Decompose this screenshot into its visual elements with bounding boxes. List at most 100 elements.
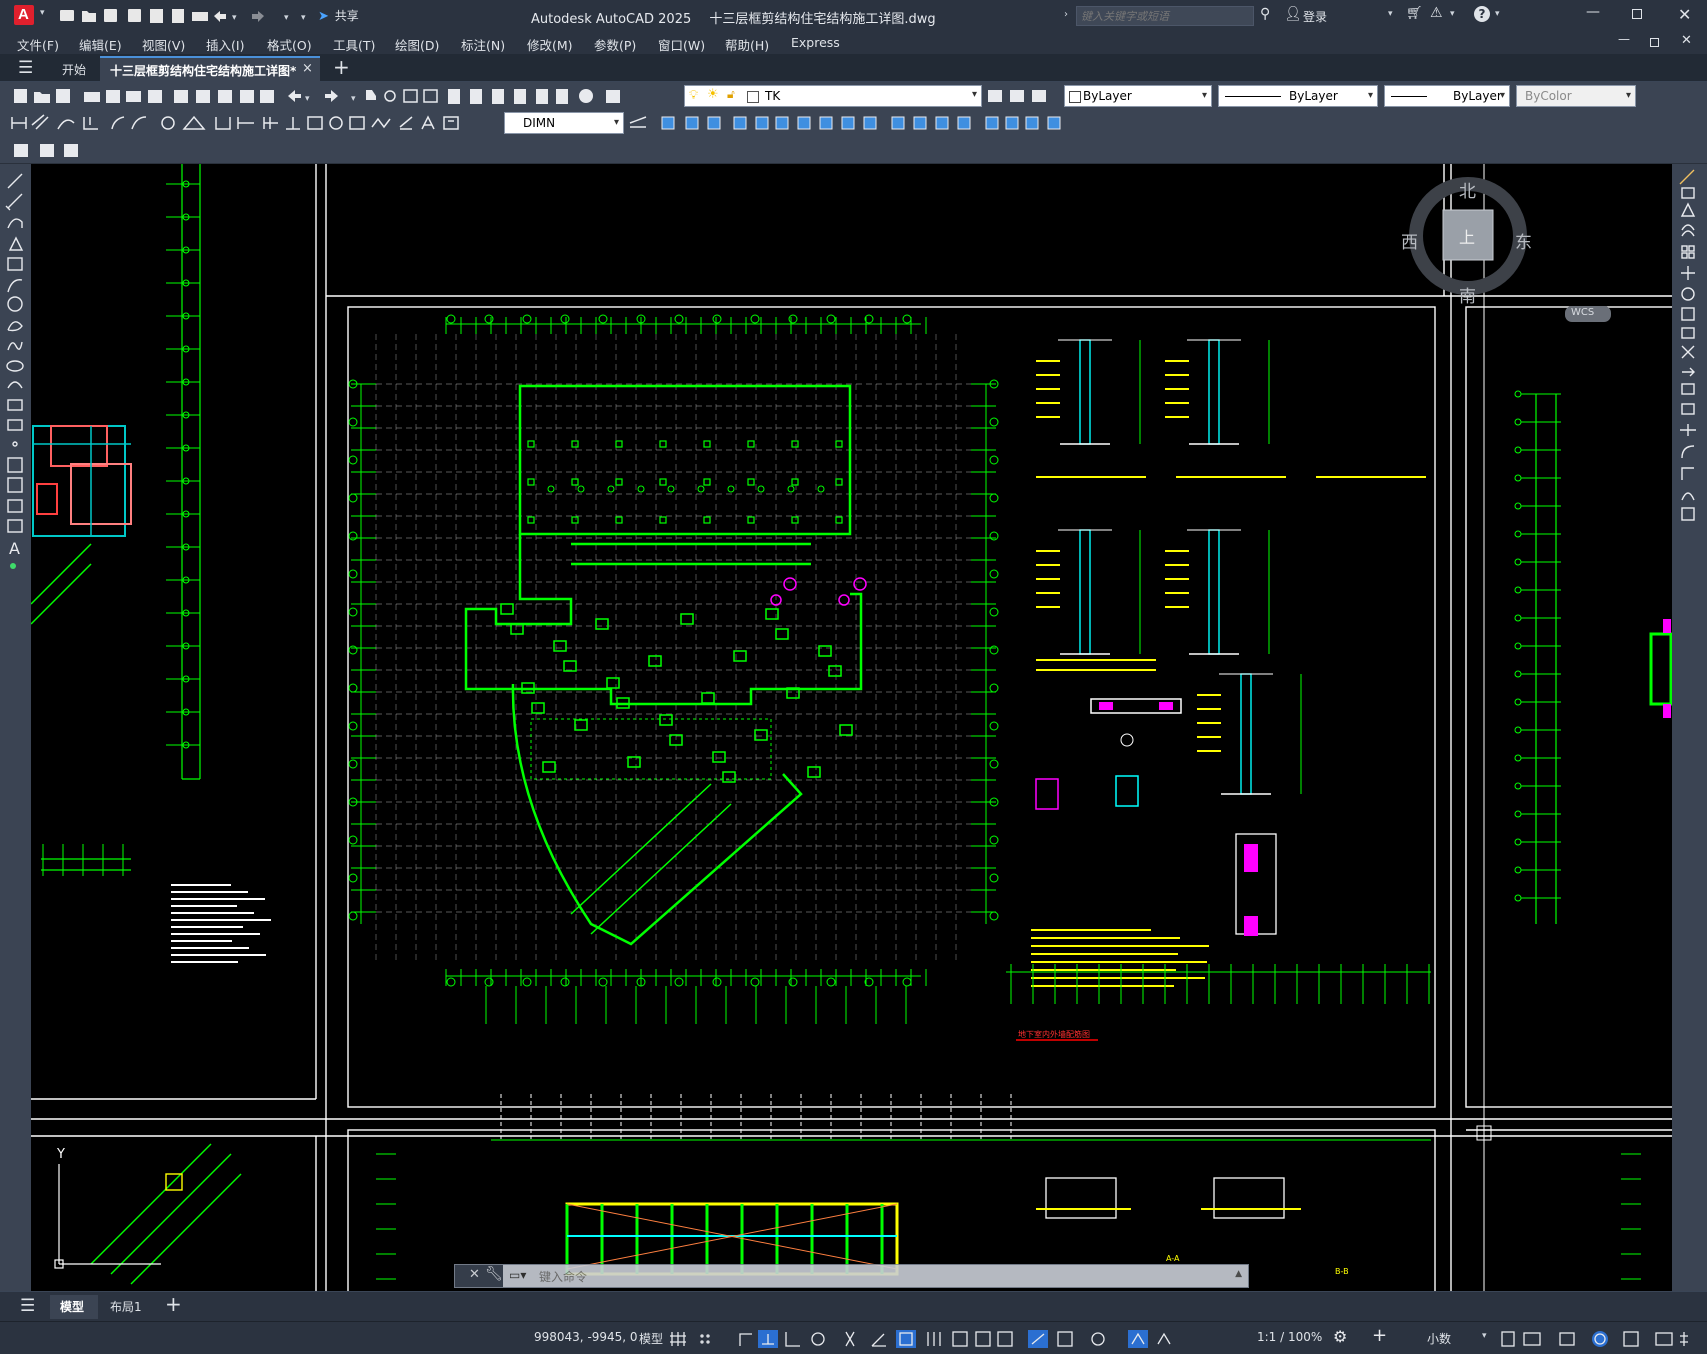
command-settings-icon[interactable]: 🔧︎	[485, 1266, 503, 1282]
axis-bubble	[1514, 782, 1522, 790]
maximize-button[interactable]	[1632, 9, 1642, 19]
menu-parametric[interactable]: 参数(P)	[594, 35, 636, 54]
column	[659, 516, 667, 524]
layer-sun-icon: ☀	[707, 87, 719, 102]
dimstyle-dropdown[interactable]: DIMN ▾	[504, 112, 624, 134]
close-window-button[interactable]: ✕	[1678, 5, 1691, 24]
tab-start[interactable]: 开始	[50, 56, 100, 82]
login-dropdown-icon[interactable]: ▾	[1388, 9, 1393, 19]
wcs-button[interactable]: WCS	[1565, 306, 1611, 322]
a360-dropdown-icon[interactable]: ▾	[1450, 9, 1455, 19]
dimension-tool-icons[interactable]	[8, 113, 504, 133]
status-right-icons[interactable]	[1498, 1328, 1698, 1350]
menu-insert[interactable]: 插入(I)	[206, 35, 244, 54]
minimize-button[interactable]: —	[1586, 4, 1600, 20]
room-box	[807, 766, 821, 778]
room-box	[659, 714, 673, 726]
modify-tool-icons[interactable]	[656, 113, 1136, 133]
menu-file[interactable]: 文件(F)	[17, 35, 59, 54]
menu-tools[interactable]: 工具(T)	[333, 35, 375, 54]
layer-dropdown[interactable]: 💡︎ ☀ 🔓︎ TK ▾	[684, 85, 982, 107]
gear-icon[interactable]: ⚙	[1333, 1327, 1347, 1346]
grid-bubble	[989, 721, 999, 731]
grid-bubble	[348, 873, 358, 883]
hamburger-menu-icon[interactable]: ☰	[18, 58, 33, 78]
menu-format[interactable]: 格式(O)	[267, 35, 312, 54]
draw-tool-icons[interactable]: A	[4, 170, 28, 630]
help-icon[interactable]: ?	[1474, 6, 1490, 22]
tab-close-icon[interactable]: ×	[302, 61, 313, 76]
viewcube[interactable]: 北 南 西 东 上	[1398, 164, 1538, 324]
command-close-icon[interactable]: ✕	[469, 1267, 480, 1282]
viewcube-south[interactable]: 南	[1459, 282, 1476, 307]
standard-tool-icons[interactable]: ▾ ▾	[8, 86, 688, 106]
menu-modify[interactable]: 修改(M)	[527, 35, 573, 54]
command-history-icon[interactable]: ▭▾	[509, 1268, 526, 1282]
gradient-icon	[7, 477, 23, 493]
modify-side-icons[interactable]	[1678, 168, 1704, 568]
share-button[interactable]: ➤ 共享	[318, 7, 359, 25]
search-input[interactable]	[1076, 6, 1254, 26]
coordinate-readout[interactable]: 998043, -9945, 0	[534, 1330, 638, 1344]
linetype-dropdown[interactable]: ByLayer ▾	[1218, 85, 1378, 107]
viewcube-face-top[interactable]: 上	[1459, 224, 1475, 248]
viewcube-east[interactable]: 东	[1515, 228, 1532, 253]
left-notes-block	[171, 884, 271, 963]
section-note	[1165, 592, 1189, 594]
extra-tool-icons[interactable]	[10, 141, 90, 161]
axis-bubble	[1514, 670, 1522, 678]
drawing-canvas[interactable]: Y 地下室内外墙配筋图 A-A B-B 北 南 西 东 上 WCS ✕ 🔧︎ ▭…	[31, 164, 1672, 1291]
grid-icon	[670, 1332, 686, 1346]
command-line[interactable]: ✕ 🔧︎ ▭▾ ▲	[454, 1264, 1249, 1288]
units-arrow-icon[interactable]: ▾	[1482, 1331, 1487, 1341]
menu-dimension[interactable]: 标注(N)	[461, 35, 505, 54]
doc-minimize-button[interactable]: —	[1618, 32, 1630, 46]
color-dropdown[interactable]: ByLayer ▾	[1064, 85, 1212, 107]
command-input[interactable]	[537, 1267, 1221, 1287]
drafting-toggle-icons[interactable]	[668, 1328, 1228, 1350]
autodesk-a360-icon[interactable]: ⚠︎	[1430, 5, 1443, 21]
app-logo-button[interactable]: A	[14, 5, 34, 25]
menu-draw[interactable]: 绘图(D)	[395, 35, 439, 54]
viewcube-north[interactable]: 北	[1459, 177, 1476, 202]
menu-express[interactable]: Express	[791, 35, 840, 50]
model-space-button[interactable]: 模型	[639, 1330, 663, 1347]
section-note	[1036, 550, 1060, 552]
diameter-dim-icon	[161, 116, 175, 130]
grid-bubble	[989, 873, 999, 883]
cart-icon[interactable]: 🛒︎	[1406, 6, 1423, 21]
layer-tool-icons[interactable]	[986, 87, 1066, 107]
tab-layout1[interactable]: 布局1	[100, 1295, 154, 1319]
add-layout-button[interactable]: +	[165, 1292, 182, 1316]
menu-view[interactable]: 视图(V)	[142, 35, 185, 54]
user-icon[interactable]: 👤︎	[1284, 6, 1302, 22]
app-menu-arrow[interactable]: ▾	[40, 8, 45, 18]
layout-menu-icon[interactable]: ☰	[20, 1296, 35, 1316]
menu-help[interactable]: 帮助(H)	[725, 35, 769, 54]
cad-drawing[interactable]: Y 地下室内外墙配筋图 A-A B-B	[31, 164, 1672, 1291]
doc-close-button[interactable]: ✕	[1681, 33, 1692, 48]
command-line-handle[interactable]: ✕ 🔧︎	[455, 1265, 503, 1287]
new-tab-button[interactable]: +	[333, 55, 350, 79]
section-note	[1036, 374, 1060, 376]
doc-restore-button[interactable]	[1650, 38, 1659, 47]
axis-bubble	[1514, 502, 1522, 510]
command-expand-icon[interactable]: ▲	[1235, 1269, 1242, 1279]
open-icon	[34, 92, 50, 103]
login-label[interactable]: 登录	[1303, 8, 1327, 25]
viewcube-west[interactable]: 西	[1401, 228, 1418, 253]
menu-window[interactable]: 窗口(W)	[658, 35, 705, 54]
help-dropdown-icon[interactable]: ▾	[1495, 9, 1500, 19]
plus-icon[interactable]: +	[1372, 1325, 1387, 1346]
beam-rebar	[1159, 702, 1173, 710]
axis-bubble	[1514, 418, 1522, 426]
search-arrow-icon[interactable]: ›	[1064, 9, 1068, 20]
stretch-side-icon	[1681, 327, 1695, 339]
units-dropdown[interactable]: 小数	[1427, 1330, 1451, 1347]
tab-model[interactable]: 模型	[50, 1295, 98, 1319]
menu-edit[interactable]: 编辑(E)	[79, 35, 122, 54]
search-icon[interactable]: ⚲	[1260, 6, 1270, 22]
annotation-scale[interactable]: 1:1 / 100%	[1257, 1330, 1322, 1344]
lineweight-dropdown[interactable]: ByLayer ▾	[1384, 85, 1510, 107]
tab-active-document[interactable]: 十三层框剪结构住宅结构施工详图* ×	[100, 56, 320, 83]
